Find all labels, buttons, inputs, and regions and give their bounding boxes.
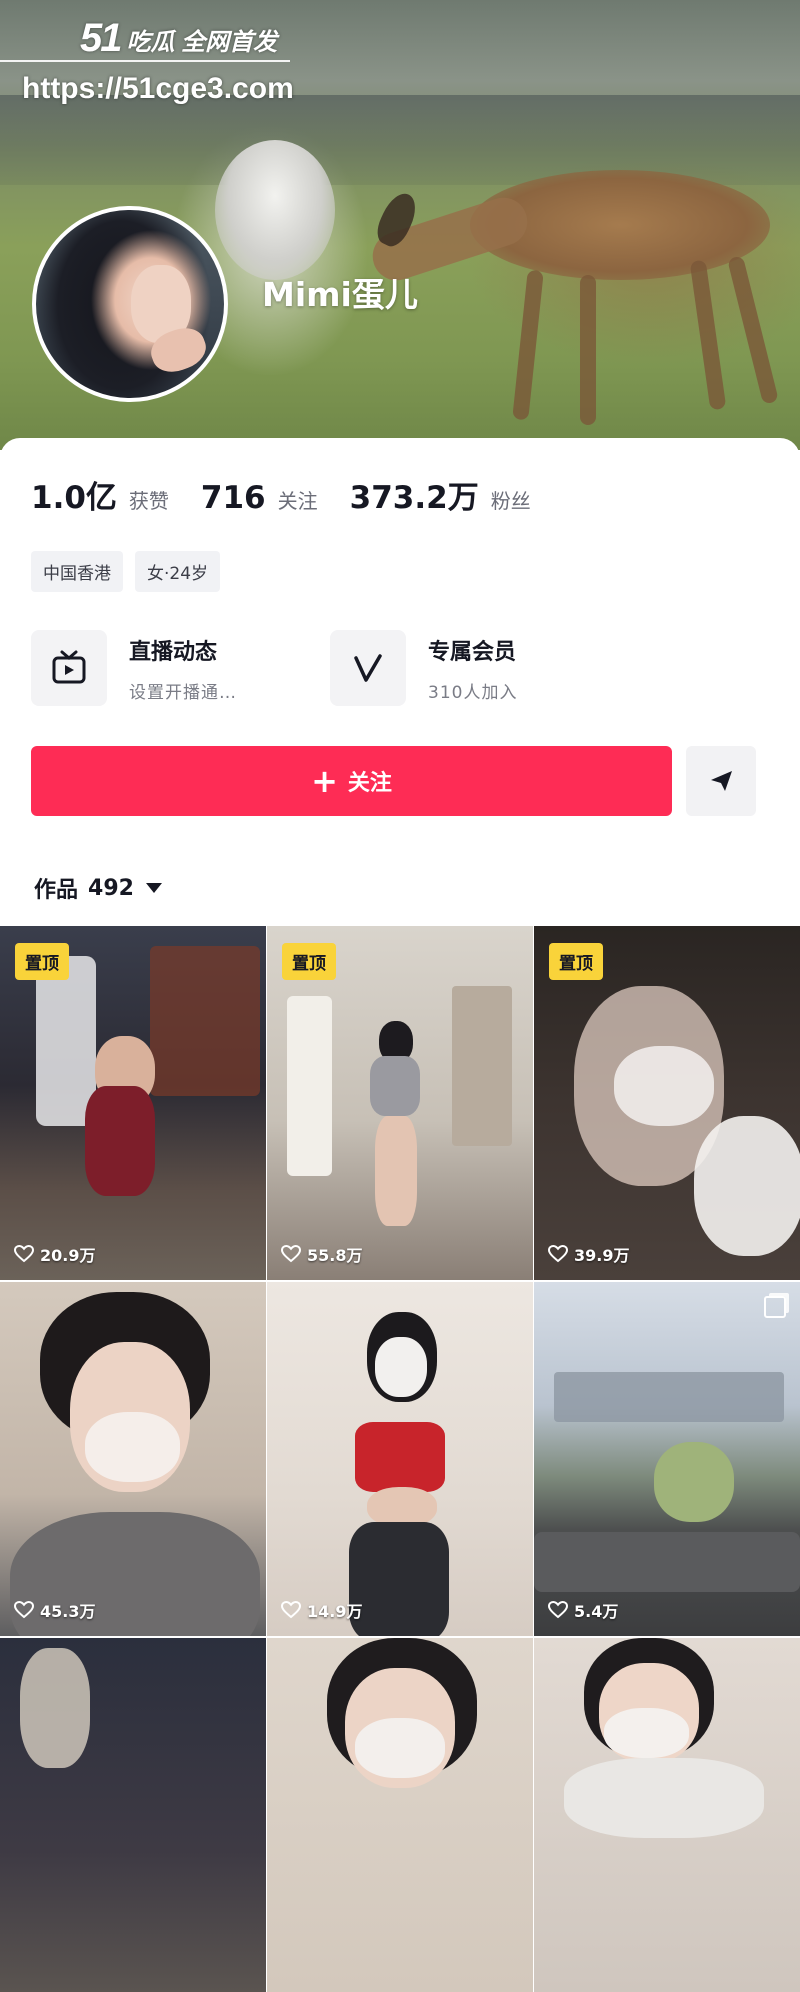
banner-person bbox=[215, 140, 335, 280]
watermark-url: https://51cge3.com bbox=[22, 72, 294, 105]
live-updates-title: 直播动态 bbox=[129, 639, 218, 665]
heart-icon bbox=[281, 1245, 301, 1263]
multi-image-icon bbox=[764, 1296, 786, 1318]
heart-icon bbox=[14, 1245, 34, 1263]
video-thumbnail[interactable]: 置顶 20.9万 bbox=[0, 926, 266, 1280]
heart-icon bbox=[548, 1245, 568, 1263]
plus-icon: + bbox=[311, 762, 338, 800]
works-count: 492 bbox=[88, 875, 134, 901]
stat-followers[interactable]: 373.2万 粉丝 bbox=[350, 472, 531, 517]
chevron-down-icon bbox=[145, 883, 162, 893]
like-count: 5.4万 bbox=[548, 1598, 618, 1622]
like-count: 14.9万 bbox=[281, 1598, 362, 1622]
video-thumbnail[interactable] bbox=[0, 1638, 266, 1992]
works-label: 作品 bbox=[34, 878, 79, 903]
v-icon bbox=[330, 630, 406, 706]
profile-banner: 51 吃瓜 全网首发 https://51cge3.com Mimi蛋儿 bbox=[0, 0, 800, 450]
send-icon bbox=[711, 771, 732, 791]
video-thumbnail[interactable] bbox=[534, 1638, 800, 1992]
tag-location: 中国香港 bbox=[31, 551, 123, 592]
video-thumbnail[interactable]: 45.3万 bbox=[0, 1282, 266, 1636]
like-count: 20.9万 bbox=[14, 1242, 95, 1266]
like-count: 39.9万 bbox=[548, 1242, 629, 1266]
video-thumbnail[interactable] bbox=[267, 1638, 533, 1992]
membership-title: 专属会员 bbox=[428, 639, 517, 665]
profile-tags: 中国香港 女·24岁 bbox=[31, 551, 221, 592]
stat-likes[interactable]: 1.0亿 获赞 bbox=[31, 472, 169, 517]
pinned-badge: 置顶 bbox=[15, 943, 69, 980]
video-thumbnail[interactable]: 5.4万 bbox=[534, 1282, 800, 1636]
share-button[interactable] bbox=[686, 746, 756, 816]
video-thumbnail[interactable]: 置顶 39.9万 bbox=[534, 926, 800, 1280]
video-thumbnail[interactable]: 14.9万 bbox=[267, 1282, 533, 1636]
heart-icon bbox=[548, 1601, 568, 1619]
follow-button[interactable]: + 关注 bbox=[31, 746, 672, 816]
video-grid: 置顶 20.9万 置顶 55.8万 置顶 39.9万 45.3万 14.9万 5… bbox=[0, 926, 800, 1992]
tag-gender-age: 女·24岁 bbox=[135, 551, 221, 592]
avatar[interactable] bbox=[32, 206, 228, 402]
like-count: 45.3万 bbox=[14, 1598, 95, 1622]
works-tab[interactable]: 作品 492 bbox=[34, 872, 162, 904]
heart-icon bbox=[281, 1601, 301, 1619]
membership-subtitle: 310人加入 bbox=[428, 682, 518, 703]
stat-following[interactable]: 716 关注 bbox=[201, 480, 318, 516]
banner-background-hills bbox=[0, 95, 800, 185]
follow-label: 关注 bbox=[347, 771, 392, 796]
like-count: 55.8万 bbox=[281, 1242, 362, 1266]
video-thumbnail[interactable]: 置顶 55.8万 bbox=[267, 926, 533, 1280]
tv-icon bbox=[31, 630, 107, 706]
watermark-logo: 51 吃瓜 全网首发 bbox=[80, 16, 278, 60]
membership-entry[interactable]: 专属会员 310人加入 bbox=[330, 630, 517, 706]
heart-icon bbox=[14, 1601, 34, 1619]
live-updates-subtitle: 设置开播通… bbox=[129, 682, 237, 703]
profile-stats: 1.0亿 获赞 716 关注 373.2万 粉丝 bbox=[31, 472, 563, 517]
pinned-badge: 置顶 bbox=[282, 943, 336, 980]
live-updates-entry[interactable]: 直播动态 设置开播通… bbox=[31, 630, 237, 706]
pinned-badge: 置顶 bbox=[549, 943, 603, 980]
username: Mimi蛋儿 bbox=[262, 275, 418, 314]
watermark-divider bbox=[0, 60, 290, 62]
